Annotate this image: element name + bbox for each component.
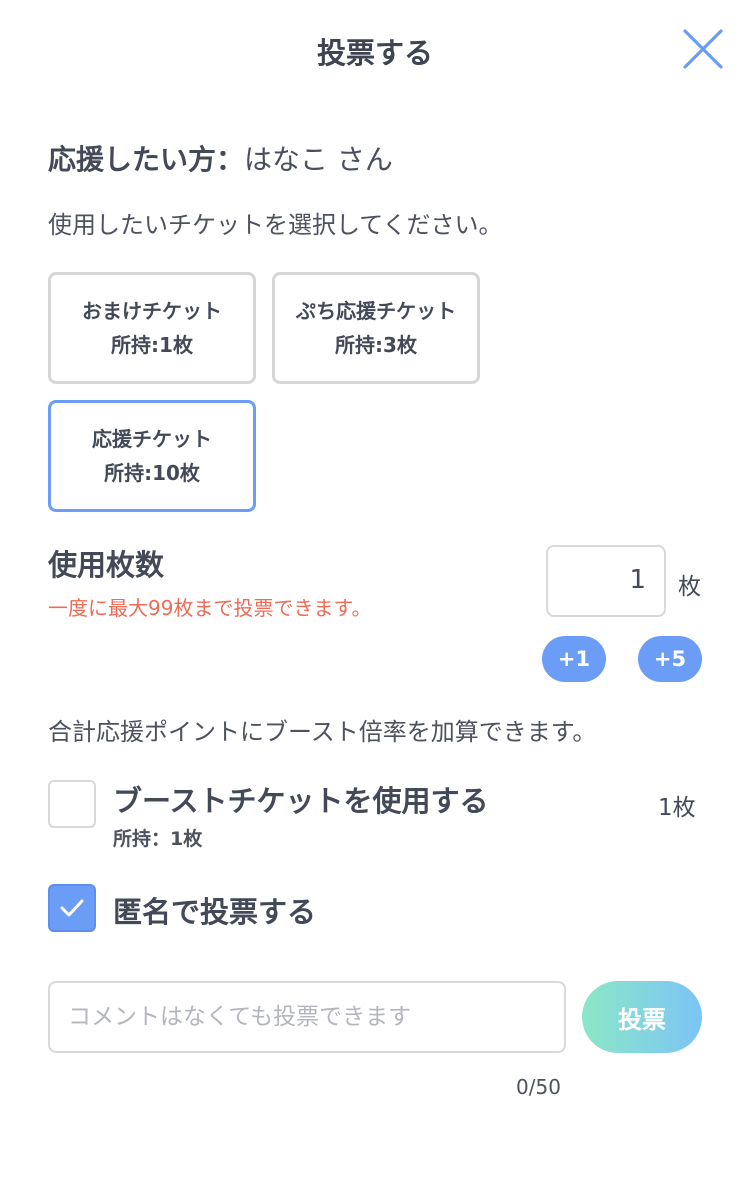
boost-description: 合計応援ポイントにブースト倍率を加算できます。 (48, 718, 597, 746)
ticket-name: 応援チケット (92, 427, 212, 451)
ticket-option-ouen[interactable]: 応援チケット 所持:10枚 (48, 400, 256, 512)
boost-held: 所持：1枚 (113, 828, 203, 850)
vote-button[interactable]: 投票 (582, 981, 702, 1053)
check-icon (60, 899, 84, 917)
boost-checkbox[interactable] (48, 780, 96, 828)
boost-quantity: 1枚 (658, 795, 696, 821)
close-button[interactable] (680, 26, 726, 72)
usage-title: 使用枚数 (48, 548, 165, 582)
quantity-input[interactable]: 1 (546, 545, 666, 617)
boost-label[interactable]: ブーストチケットを使用する (113, 778, 489, 820)
page-title: 投票する (316, 36, 433, 70)
plus-one-button[interactable]: +1 (542, 636, 606, 682)
anonymous-checkbox[interactable] (48, 884, 96, 932)
ticket-option-omake[interactable]: おまけチケット 所持:1枚 (48, 272, 256, 384)
ticket-held: 所持:10枚 (104, 461, 200, 485)
close-icon (683, 29, 723, 69)
comment-char-counter: 0/50 (516, 1075, 561, 1099)
ticket-option-puchi[interactable]: ぷち応援チケット 所持:3枚 (272, 272, 480, 384)
ticket-instruction: 使用したいチケットを選択してください。 (48, 211, 503, 239)
quantity-unit: 枚 (678, 574, 701, 600)
recipient-name: はなこ さん (244, 143, 393, 176)
ticket-name: ぷち応援チケット (295, 299, 457, 323)
ticket-held: 所持:3枚 (335, 333, 417, 357)
recipient-line: 応援したい方：はなこ さん (48, 138, 393, 178)
plus-five-button[interactable]: +5 (638, 636, 702, 682)
ticket-held: 所持:1枚 (111, 333, 193, 357)
comment-input[interactable] (48, 981, 566, 1053)
ticket-name: おまけチケット (82, 299, 222, 323)
usage-limit-note: 一度に最大99枚まで投票できます。 (48, 596, 372, 620)
recipient-label: 応援したい方： (48, 143, 245, 176)
anonymous-label[interactable]: 匿名で投票する (113, 889, 316, 931)
